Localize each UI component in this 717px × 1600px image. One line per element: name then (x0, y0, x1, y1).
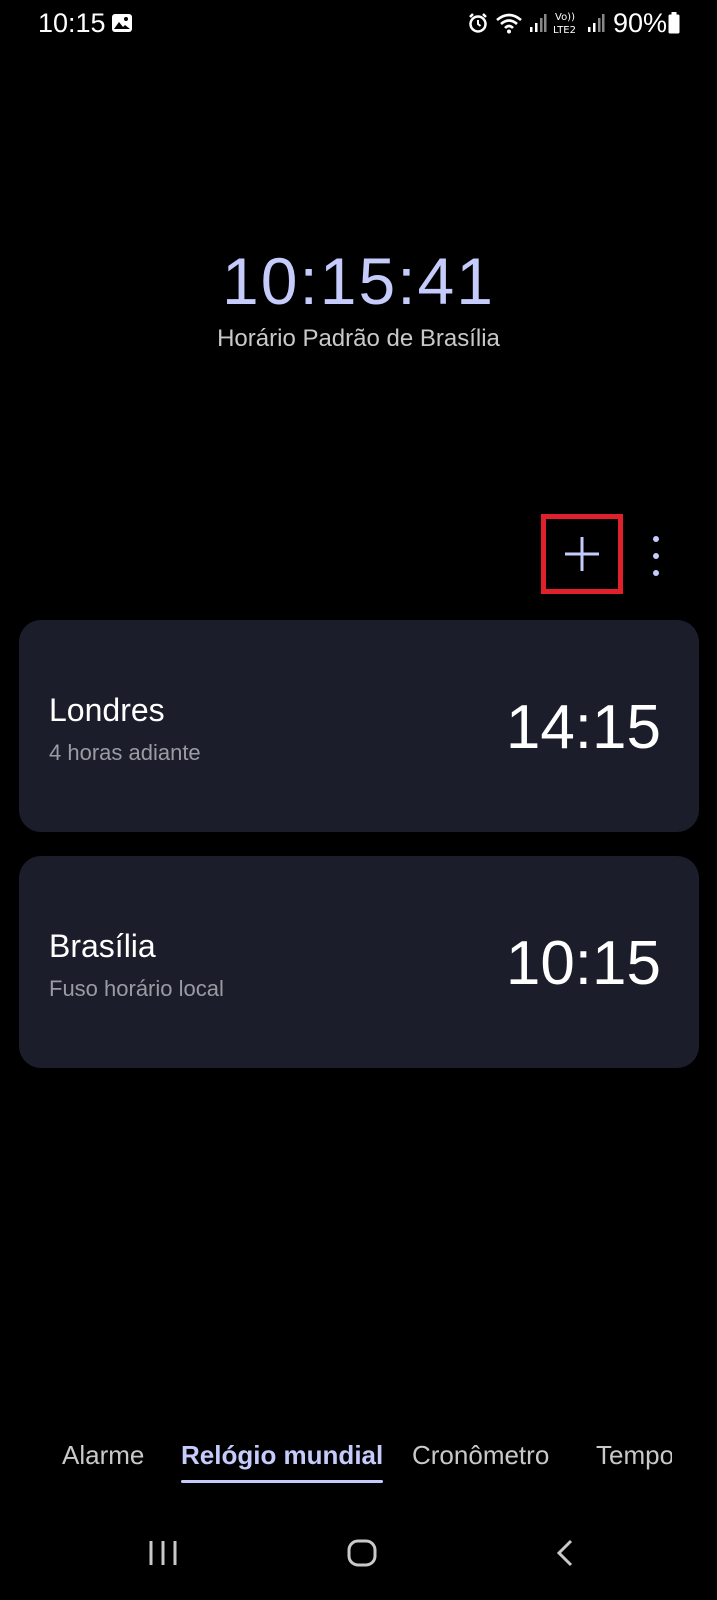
city-name: Brasília (49, 928, 156, 964)
city-time: 14:15 (505, 693, 661, 762)
plus-icon (565, 537, 599, 571)
battery-percentage: 90% (612, 7, 667, 38)
status-icons: Vo)) LTE2 90% (467, 8, 667, 38)
signal-icon (529, 14, 547, 32)
tab-stopwatch[interactable]: Cronômetro (412, 1440, 549, 1471)
home-icon[interactable] (346, 1538, 378, 1568)
alarm-icon (469, 13, 487, 33)
battery-icon (668, 12, 680, 34)
bottom-tabs: Alarme Relógio mundial Cronômetro Tempo (0, 1436, 717, 1496)
wifi-icon (496, 13, 522, 34)
navigation-bar (0, 1530, 717, 1580)
city-time: 10:15 (505, 929, 661, 998)
tab-timer[interactable]: Tempo (596, 1440, 672, 1471)
recent-apps-icon[interactable] (148, 1538, 178, 1568)
more-vertical-icon (653, 536, 659, 542)
city-card-londres[interactable]: Londres 4 horas adiante 14:15 (19, 620, 699, 832)
status-time: 10:15 (38, 8, 106, 38)
tab-world-clock[interactable]: Relógio mundial (181, 1440, 383, 1471)
active-tab-indicator (181, 1480, 383, 1483)
city-offset: Fuso horário local (49, 976, 224, 1001)
city-card-brasilia[interactable]: Brasília Fuso horário local 10:15 (19, 856, 699, 1068)
status-bar: 10:15 Vo)) LTE2 90% (0, 0, 717, 48)
current-time: 10:15:41 (222, 244, 495, 318)
city-name: Londres (49, 692, 165, 728)
gallery-icon (112, 14, 132, 32)
volte-icon: Vo)) LTE2 (553, 12, 576, 36)
city-offset: 4 horas adiante (49, 740, 201, 765)
current-time-zone: Horário Padrão de Brasília (217, 325, 500, 352)
signal-icon (587, 14, 605, 32)
back-icon[interactable] (555, 1538, 575, 1568)
more-options-button[interactable] (645, 536, 667, 576)
svg-text:LTE2: LTE2 (553, 25, 576, 36)
add-city-button[interactable] (541, 514, 623, 594)
svg-text:Vo)): Vo)) (555, 12, 575, 23)
tab-alarm[interactable]: Alarme (62, 1440, 144, 1471)
